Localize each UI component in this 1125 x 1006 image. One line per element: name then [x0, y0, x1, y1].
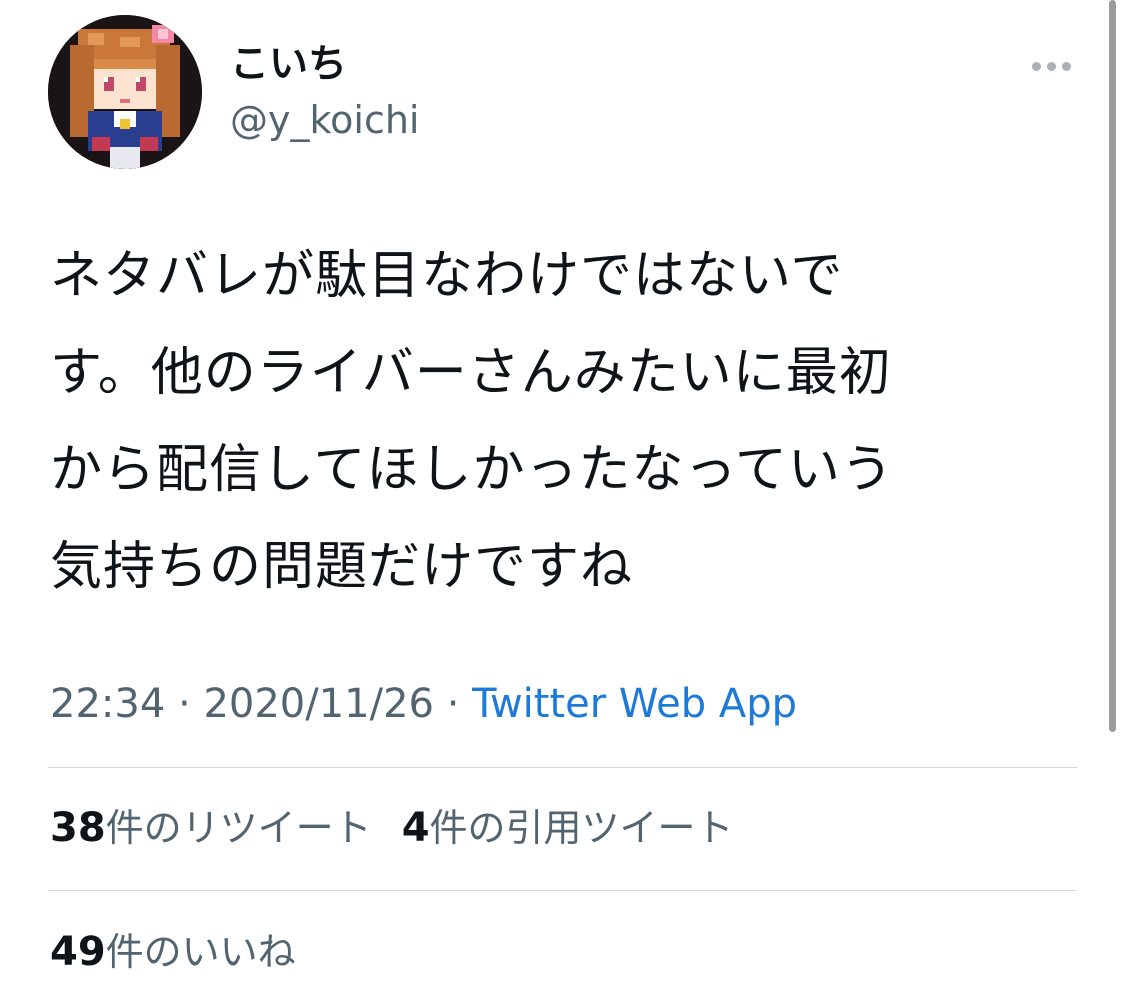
divider: [48, 890, 1077, 891]
retweets-stat[interactable]: 38件のリツイート: [50, 802, 372, 854]
scrollbar[interactable]: [1109, 0, 1116, 732]
tweet-source-link[interactable]: Twitter Web App: [472, 681, 797, 727]
engagement-stats: 38件のリツイート 4件の引用ツイート: [50, 802, 764, 854]
meta-separator: ·: [178, 681, 191, 727]
retweet-label: 件のリツイート: [105, 806, 372, 850]
quote-count: 4: [401, 805, 430, 851]
divider: [48, 767, 1077, 768]
likes-stat[interactable]: 49件のいいね: [50, 926, 296, 978]
avatar[interactable]: [48, 15, 202, 169]
tweet-text: ネタバレが駄目なわけではないで す。他のライバーさんみたいに最初 から配信してほ…: [50, 246, 894, 597]
tweet-detail: こいち @y_koichi ネタバレが駄目なわけではないで す。他のライバーさん…: [0, 0, 1125, 1006]
more-horizontal-icon: [1031, 61, 1041, 71]
meta-separator: ·: [446, 681, 460, 727]
retweet-count: 38: [50, 805, 106, 851]
quote-label: 件の引用ツイート: [429, 806, 734, 850]
like-label: 件のいいね: [105, 930, 296, 974]
like-count: 49: [50, 929, 106, 975]
quote-tweets-stat[interactable]: 4件の引用ツイート: [402, 802, 734, 854]
tweet-time[interactable]: 22:34: [50, 681, 165, 727]
likes-stats: 49件のいいね: [50, 926, 326, 978]
more-options-button[interactable]: [1022, 44, 1080, 88]
tweet-date[interactable]: 2020/11/26: [203, 681, 434, 727]
author-handle[interactable]: @y_koichi: [230, 95, 419, 145]
author-display-name[interactable]: こいち: [230, 40, 347, 90]
tweet-metadata: 22:34 · 2020/11/26 · Twitter Web App: [50, 678, 797, 730]
pixel-art-avatar-icon: [48, 15, 202, 169]
